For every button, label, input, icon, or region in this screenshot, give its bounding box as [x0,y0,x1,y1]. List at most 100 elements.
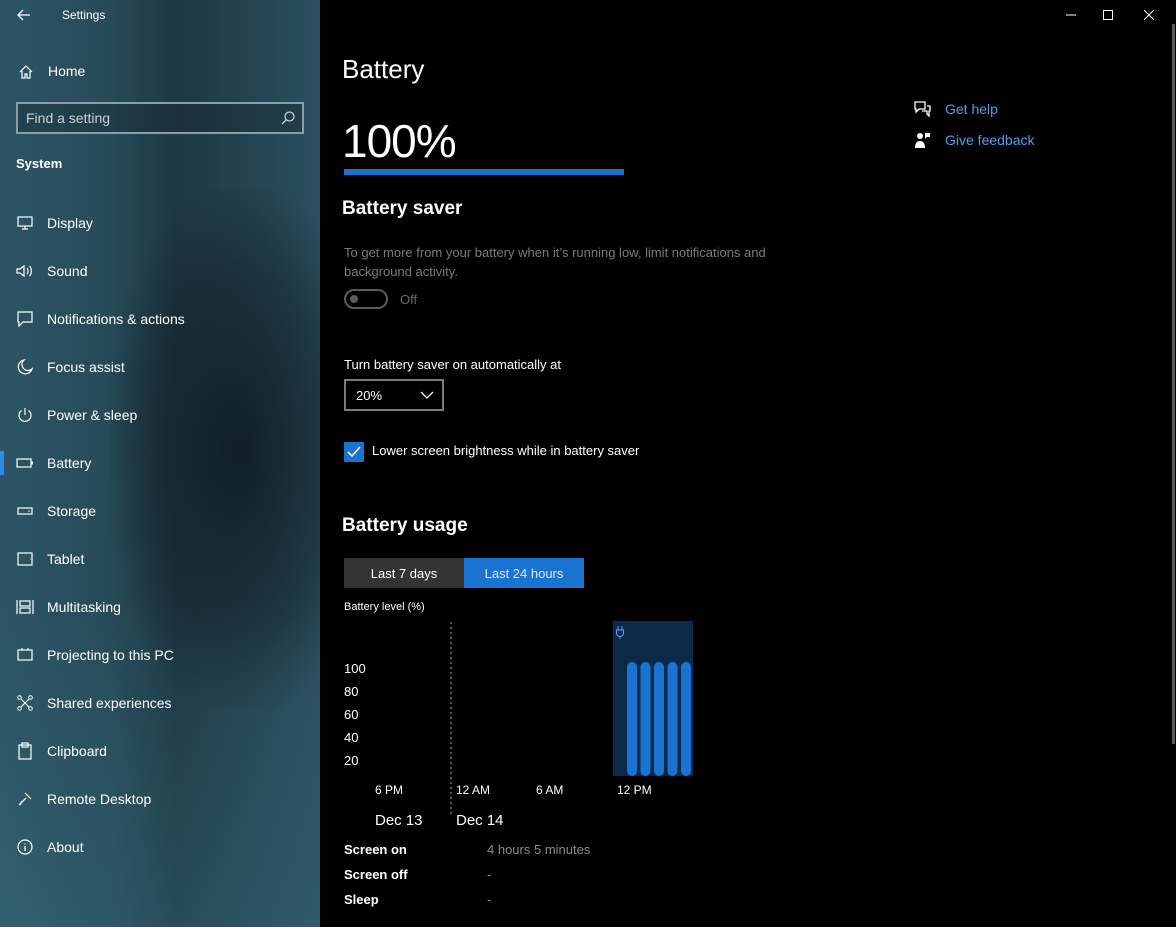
sidebar-item-remote-desktop[interactable]: Remote Desktop [0,779,320,819]
sidebar-item-label: Clipboard [47,743,107,759]
date-label: Dec 13 [375,812,423,829]
battery-bar [640,662,651,776]
y-tick-label: 20 [344,753,358,768]
tablet-icon [15,549,35,569]
info-icon [15,837,35,857]
brightness-label: Lower screen brightness while in battery… [372,443,640,458]
battery-bar [627,662,637,776]
sidebar-item-label: Display [47,215,93,231]
y-tick-label: 40 [344,730,358,745]
stat-value-sleep: - [487,892,492,907]
speaker-icon [15,261,35,281]
battery-icon [15,453,35,473]
moon-icon [15,357,35,377]
sidebar-item-battery[interactable]: Battery [0,443,320,483]
sidebar-item-sound[interactable]: Sound [0,251,320,291]
multitasking-icon [15,597,35,617]
sidebar-item-label: Notifications & actions [47,311,185,327]
app-title: Settings [62,8,106,22]
monitor-icon [15,213,35,233]
sidebar-item-multitasking[interactable]: Multitasking [0,587,320,627]
give-feedback-label: Give feedback [945,132,1035,148]
chevron-down-icon [420,391,434,399]
battery-level-fill [344,169,624,175]
battery-level-chart: 100 80 60 40 20 6 PM 12 AM 6 AM 12 PM Dec 13 Dec 1… [344,621,693,829]
page-title: Battery [342,54,425,84]
section-heading: System [16,156,63,171]
give-feedback-link[interactable]: Give feedback [912,130,1035,150]
back-arrow-icon [17,9,30,21]
stat-label-sleep: Sleep [344,892,379,907]
sidebar-item-label: Tablet [47,551,85,567]
sidebar-item-clipboard[interactable]: Clipboard [0,731,320,771]
get-help-label: Get help [945,101,998,117]
stat-label-screen-on: Screen on [344,842,407,857]
tab-last-7-days[interactable]: Last 7 days [344,558,464,588]
checkmark-icon [347,446,361,458]
auto-threshold-dropdown[interactable]: 20% [344,379,444,411]
sidebar-item-notifications[interactable]: Notifications & actions [0,299,320,339]
battery-level-bar [344,169,624,175]
projector-icon [15,645,35,665]
scrollbar[interactable] [1172,24,1175,744]
y-tick-label: 100 [344,661,366,676]
sidebar-item-label: About [47,839,84,855]
power-icon [15,405,35,425]
help-icon [912,99,932,119]
sidebar-item-label: Shared experiences [47,695,172,711]
notification-icon [15,309,35,329]
battery-saver-heading: Battery saver [342,198,463,219]
sidebar-item-display[interactable]: Display [0,203,320,243]
close-button[interactable] [1126,0,1172,30]
feedback-icon [912,130,932,150]
maximize-button[interactable] [1085,0,1131,30]
dropdown-value: 20% [356,388,383,403]
battery-bar [654,662,664,776]
x-tick-label: 6 AM [536,783,563,797]
sidebar-item-focus-assist[interactable]: Focus assist [0,347,320,387]
sidebar-item-label: Storage [47,503,97,519]
search-icon [281,111,295,125]
battery-saver-description: To get more from your battery when it’s … [344,245,766,279]
sidebar-item-label: Projecting to this PC [47,647,174,663]
x-tick-label: 6 PM [375,783,403,797]
home-nav-item[interactable]: Home [0,56,320,88]
battery-usage-heading: Battery usage [342,515,468,536]
sidebar-item-label: Focus assist [47,359,125,375]
main-content: Battery 100% Get help Give feedback Batt… [320,0,1176,927]
sidebar-item-projecting[interactable]: Projecting to this PC [0,635,320,675]
get-help-link[interactable]: Get help [912,99,998,119]
sidebar-item-label: Battery [47,455,92,471]
tab-last-24-hours[interactable]: Last 24 hours [464,558,584,588]
sidebar-item-shared-experiences[interactable]: Shared experiences [0,683,320,723]
home-label: Home [48,63,86,79]
back-button[interactable] [10,2,38,28]
y-tick-label: 80 [344,684,358,699]
sidebar-item-tablet[interactable]: Tablet [0,539,320,579]
toggle-state-label: Off [400,292,418,307]
battery-percentage: 100% [342,115,457,167]
sidebar-item-about[interactable]: About [0,827,320,867]
search-input[interactable] [26,108,276,128]
share-icon [15,693,35,713]
minimize-icon [1066,14,1076,16]
x-tick-label: 12 PM [617,783,652,797]
battery-bar [667,662,678,776]
sidebar-item-label: Multitasking [47,599,121,615]
battery-saver-toggle[interactable] [344,289,388,309]
stat-value-screen-on: 4 hours 5 minutes [487,842,591,857]
sidebar-item-power-sleep[interactable]: Power & sleep [0,395,320,435]
sidebar-item-label: Power & sleep [47,407,138,423]
sidebar-item-label: Sound [47,263,88,279]
y-tick-label: 60 [344,707,358,722]
stat-value-screen-off: - [487,867,492,882]
brightness-checkbox[interactable] [344,442,364,462]
maximize-icon [1103,10,1113,20]
close-icon [1144,10,1154,20]
search-box[interactable] [16,102,304,134]
date-label: Dec 14 [456,812,504,829]
sidebar-item-label: Remote Desktop [47,791,152,807]
toggle-knob [350,295,358,303]
sidebar-item-storage[interactable]: Storage [0,491,320,531]
home-icon [16,62,36,82]
